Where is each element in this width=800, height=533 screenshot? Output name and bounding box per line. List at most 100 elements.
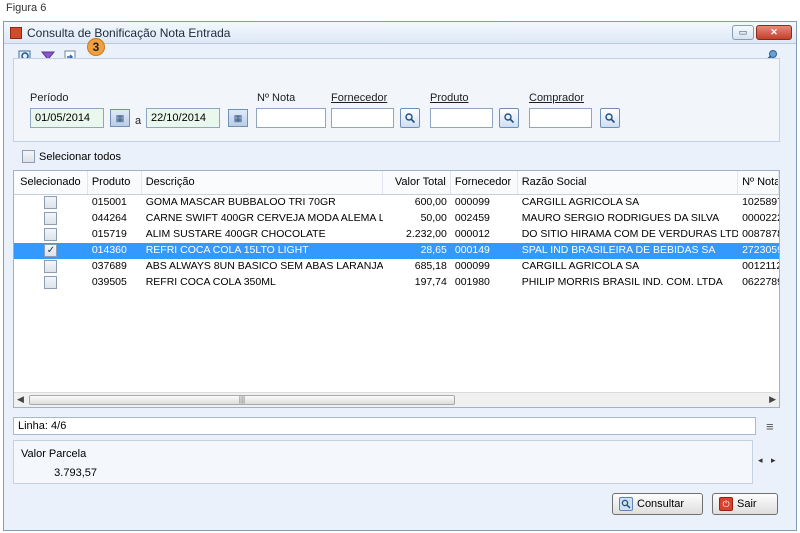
cell-nota: 0000222 [742, 212, 779, 224]
table-row[interactable]: 044264 CARNE SWIFT 400GR CERVEJA MODA ALE… [14, 211, 779, 227]
cell-descricao: ABS ALWAYS 8UN BASICO SEM ABAS LARANJA [145, 260, 384, 272]
col-selecionado[interactable]: Selecionado [14, 171, 88, 194]
fornecedor-input[interactable] [331, 108, 394, 128]
select-all-label: Selecionar todos [39, 150, 121, 163]
cell-produto: 044264 [91, 212, 127, 224]
a-label: a [135, 115, 142, 127]
cell-nota: 1025897 [742, 196, 779, 208]
row-checkbox-cell[interactable] [14, 259, 88, 275]
comprador-label[interactable]: Comprador [529, 92, 584, 104]
fornecedor-label[interactable]: Fornecedor [331, 92, 387, 104]
row-checkbox[interactable] [44, 276, 58, 289]
cell-fornecedor: 000099 [454, 260, 490, 272]
produto-search-button[interactable] [499, 108, 519, 128]
scroll-thumb[interactable]: ||| [29, 395, 455, 405]
row-checkbox-cell[interactable] [14, 195, 88, 211]
cell-valor-total: 28,65 [420, 244, 447, 256]
row-checkbox[interactable] [44, 228, 58, 241]
consultar-button[interactable]: Consultar [612, 493, 703, 515]
select-all-row: Selecionar todos [22, 150, 121, 163]
row-checkbox-cell[interactable]: ✓ [14, 243, 88, 259]
cell-descricao: REFRI COCA COLA 350ML [145, 276, 276, 288]
table-row[interactable]: 015719 ALIM SUSTARE 400GR CHOCOLATE 2.232,… [14, 227, 779, 243]
cell-valor-total: 600,00 [414, 196, 447, 208]
search-icon [405, 113, 416, 124]
sair-button[interactable]: ⏻ Sair [712, 493, 778, 515]
valor-parcela-panel: Valor Parcela 3.793,57 [13, 440, 753, 484]
produto-label[interactable]: Produto [430, 92, 469, 104]
select-all-checkbox[interactable] [22, 150, 35, 163]
table-row[interactable]: 015001 GOMA MASCAR BUBBALOO TRI 70GR 600,0… [14, 195, 779, 211]
col-produto[interactable]: Produto [88, 171, 142, 194]
col-descricao[interactable]: Descrição [142, 171, 384, 194]
cell-fornecedor: 001980 [454, 276, 490, 288]
cell-razao-social: CARGILL AGRICOLA SA [521, 196, 640, 208]
window-title: Consulta de Bonificação Nota Entrada [27, 25, 231, 40]
cell-nota: 2723059 [742, 244, 779, 256]
cell-descricao: ALIM SUSTARE 400GR CHOCOLATE [145, 228, 326, 240]
row-checkbox-cell[interactable] [14, 211, 88, 227]
power-icon: ⏻ [719, 497, 733, 511]
col-razao-social[interactable]: Razão Social [518, 171, 739, 194]
cell-nota: 0012112 [742, 260, 779, 272]
row-checkbox[interactable] [44, 212, 58, 225]
cell-descricao: GOMA MASCAR BUBBALOO TRI 70GR [145, 196, 336, 208]
cell-nota: 0622789 [742, 276, 779, 288]
scroll-left-icon[interactable]: ◀ [17, 394, 24, 405]
minimize-button[interactable]: ▭ [732, 25, 754, 40]
row-checkbox-cell[interactable] [14, 275, 88, 291]
cell-fornecedor: 000149 [454, 244, 490, 256]
sair-label: Sair [737, 498, 757, 510]
results-grid: Selecionado Produto Descrição Valor Tota… [13, 170, 780, 408]
comprador-input[interactable] [529, 108, 592, 128]
periodo-label: Período [30, 92, 69, 104]
cell-razao-social: PHILIP MORRIS BRASIL IND. COM. LTDA [521, 276, 723, 288]
date-from-input[interactable] [30, 108, 104, 128]
table-row[interactable]: 039505 REFRI COCA COLA 350ML 197,74 001980 P… [14, 275, 779, 291]
cell-produto: 014360 [91, 244, 127, 256]
comprador-search-button[interactable] [600, 108, 620, 128]
menu-icon[interactable]: ≡ [766, 419, 774, 434]
scroll-right-icon[interactable]: ▶ [769, 394, 776, 405]
fornecedor-search-button[interactable] [400, 108, 420, 128]
row-checkbox[interactable] [44, 196, 58, 209]
cell-produto: 015719 [91, 228, 127, 240]
search-icon [504, 113, 515, 124]
cell-valor-total: 685,18 [414, 260, 447, 272]
nota-input[interactable] [256, 108, 326, 128]
panel-nav-arrows[interactable]: ◂ ▸ [758, 455, 779, 466]
cell-produto: 015001 [91, 196, 127, 208]
cell-valor-total: 197,74 [414, 276, 447, 288]
table-row[interactable]: 037689 ABS ALWAYS 8UN BASICO SEM ABAS LAR… [14, 259, 779, 275]
cell-fornecedor: 000012 [454, 228, 490, 240]
date-to-input[interactable] [146, 108, 220, 128]
figure-label: Figura 6 [6, 2, 47, 14]
row-checkbox-cell[interactable] [14, 227, 88, 243]
calendar-to-button[interactable]: ▦ [228, 109, 248, 127]
nota-label: Nº Nota [257, 92, 296, 104]
cell-produto: 039505 [91, 276, 127, 288]
horizontal-scrollbar[interactable]: ◀ ||| ▶ [14, 392, 779, 407]
calendar-from-button[interactable]: ▦ [110, 109, 130, 127]
cell-fornecedor: 002459 [454, 212, 490, 224]
cell-razao-social: SPAL IND BRASILEIRA DE BEBIDAS SA [521, 244, 716, 256]
title-bar: Consulta de Bonificação Nota Entrada ▭ ✕ [4, 22, 796, 44]
app-icon [10, 26, 22, 39]
col-fornecedor[interactable]: Fornecedor [451, 171, 518, 194]
col-valor-total[interactable]: Valor Total [383, 171, 451, 194]
grid-header: Selecionado Produto Descrição Valor Tota… [14, 171, 779, 195]
produto-input[interactable] [430, 108, 493, 128]
row-checkbox[interactable] [44, 260, 58, 273]
close-button[interactable]: ✕ [756, 25, 792, 40]
cell-descricao: REFRI COCA COLA 15LTO LIGHT [145, 244, 309, 256]
search-icon [619, 497, 633, 511]
cell-fornecedor: 000099 [454, 196, 490, 208]
cell-valor-total: 50,00 [420, 212, 447, 224]
grid-body: 015001 GOMA MASCAR BUBBALOO TRI 70GR 600,0… [14, 195, 779, 291]
col-nota[interactable]: Nº Nota [738, 171, 779, 194]
table-row[interactable]: ✓ 014360 REFRI COCA COLA 15LTO LIGHT 28,65 0… [14, 243, 779, 259]
filter-panel [13, 58, 780, 142]
search-icon [605, 113, 616, 124]
row-checkbox[interactable]: ✓ [44, 244, 58, 257]
valor-parcela-value: 3.793,57 [54, 467, 97, 479]
